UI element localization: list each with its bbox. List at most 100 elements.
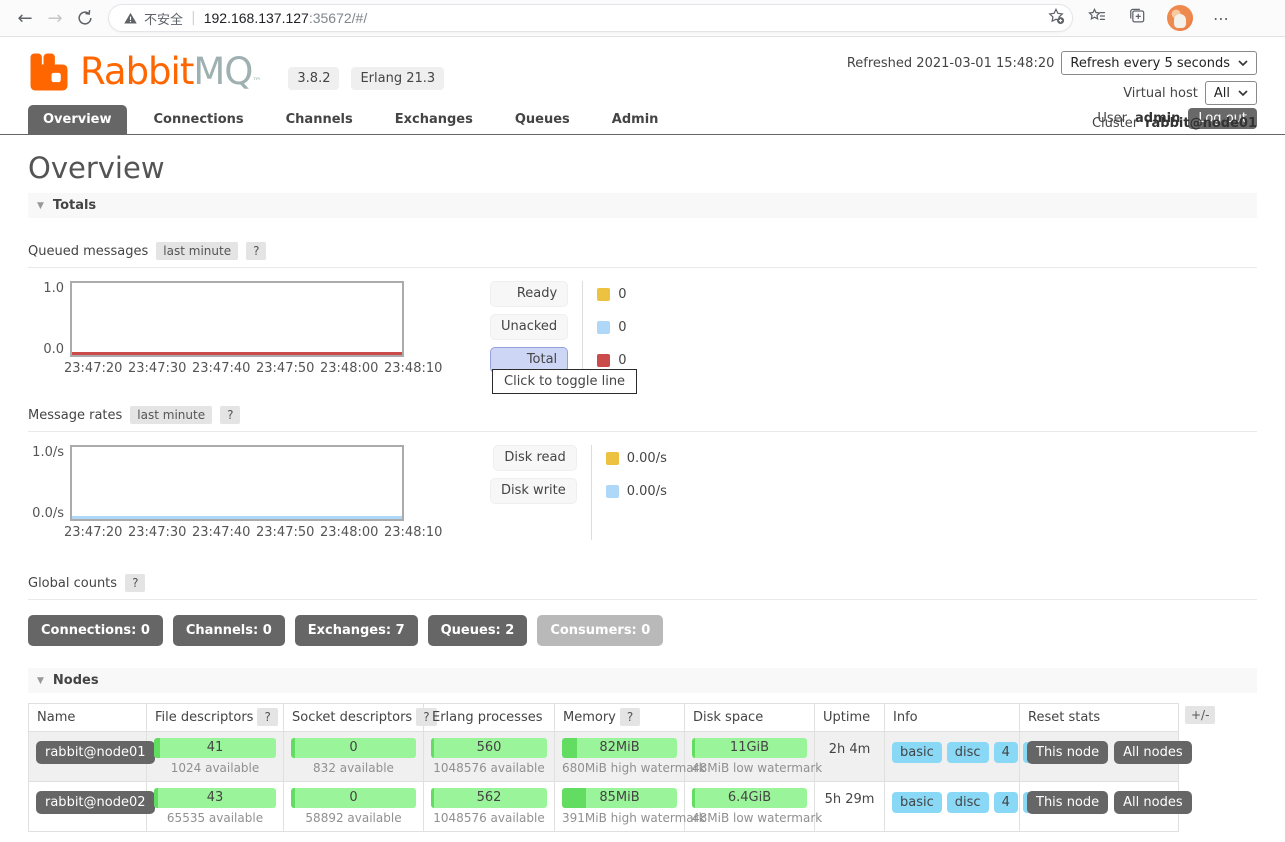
node-row: rabbit@node02 43 65535 available 0 58892… — [28, 781, 1192, 832]
chevron-down-icon — [1238, 60, 1248, 67]
address-divider: | — [191, 10, 196, 26]
reset-all-nodes-button[interactable]: All nodes — [1114, 791, 1192, 814]
toggle-line-tooltip: Click to toggle line — [492, 369, 638, 394]
warning-triangle-icon — [124, 12, 137, 23]
global-counts-help-icon[interactable]: ? — [125, 574, 146, 592]
memory-cell: 82MiB 680MiB high watermark — [554, 731, 706, 782]
tab-channels[interactable]: Channels — [271, 105, 368, 134]
col-header-name: Name — [28, 703, 147, 732]
reset-all-nodes-button[interactable]: All nodes — [1114, 741, 1192, 764]
legend-unacked-button[interactable]: Unacked — [490, 314, 569, 340]
disk-cell: 11GiB 48MiB low watermark — [684, 731, 822, 782]
sd-gauge: 0 — [291, 738, 416, 758]
info-badge-basic: basic — [892, 742, 942, 763]
memory-help-icon[interactable]: ? — [619, 708, 641, 726]
memory-cell: 85MiB 391MiB high watermark — [554, 781, 706, 832]
disk-gauge: 11GiB — [692, 738, 807, 758]
rabbitmq-logo-icon[interactable] — [28, 51, 70, 93]
channels-count-button[interactable]: Channels: 0 — [172, 615, 285, 646]
favorite-add-icon[interactable] — [1046, 6, 1066, 30]
security-warning[interactable]: 不安全 — [123, 9, 183, 28]
tab-overview[interactable]: Overview — [28, 105, 127, 134]
message-rates-header: Message rates last minute ? — [28, 402, 1257, 432]
browser-menu-icon[interactable]: ⋯ — [1213, 9, 1230, 28]
info-badge-cores: 4 — [993, 792, 1018, 813]
col-header-socket-descriptors: Socket descriptors? — [283, 703, 437, 732]
disk-read-color-chip — [605, 451, 619, 465]
tab-admin[interactable]: Admin — [597, 105, 674, 134]
proc-gauge: 560 — [431, 738, 547, 758]
queues-count-button[interactable]: Queues: 2 — [427, 615, 528, 646]
ready-color-chip — [597, 287, 611, 301]
nodes-section-header[interactable]: ▼ Nodes — [28, 668, 1257, 693]
col-header-info: Info — [884, 703, 1020, 732]
reset-this-node-button[interactable]: This node — [1027, 791, 1109, 814]
exchanges-count-button[interactable]: Exchanges: 7 — [294, 615, 418, 646]
total-color-chip — [597, 353, 611, 367]
legend-disk-write-button[interactable]: Disk write — [490, 478, 577, 504]
rates-plot-area — [70, 445, 404, 521]
node-name-button[interactable]: rabbit@node02 — [36, 791, 155, 814]
erlang-version-badge: Erlang 21.3 — [351, 67, 445, 90]
info-badge-disc: disc — [946, 742, 989, 763]
global-counts-row: Connections: 0 Channels: 0 Exchanges: 7 … — [28, 615, 1257, 646]
info-cell: basic disc 4 rss — [884, 731, 1058, 782]
queued-messages-header: Queued messages last minute ? — [28, 238, 1257, 268]
node-name-button[interactable]: rabbit@node01 — [36, 741, 155, 764]
col-header-memory: Memory? — [554, 703, 685, 732]
tab-queues[interactable]: Queues — [500, 105, 585, 134]
tab-connections[interactable]: Connections — [139, 105, 259, 134]
legend-ready-button[interactable]: Ready — [490, 281, 569, 307]
collections-icon[interactable] — [1127, 6, 1147, 30]
favorites-list-icon[interactable] — [1087, 6, 1107, 30]
fd-gauge: 43 — [154, 788, 276, 808]
address-bar[interactable]: 不安全 | 192.168.137.127:35672/#/ — [108, 4, 1073, 32]
proc-gauge: 562 — [431, 788, 547, 808]
column-toggle-button[interactable]: +/- — [1185, 706, 1216, 724]
refresh-icon[interactable] — [70, 3, 100, 33]
reset-cell: This node All nodes — [1019, 731, 1192, 782]
info-badge-basic: basic — [892, 792, 942, 813]
connections-count-button[interactable]: Connections: 0 — [28, 615, 163, 646]
proc-cell: 560 1048576 available — [423, 731, 555, 782]
tab-exchanges[interactable]: Exchanges — [380, 105, 488, 134]
queued-range-badge[interactable]: last minute — [156, 242, 239, 260]
memory-gauge: 82MiB — [562, 738, 677, 758]
profile-avatar[interactable] — [1167, 5, 1193, 31]
total-series-line — [72, 352, 402, 355]
fd-help-icon[interactable]: ? — [257, 708, 278, 726]
uptime-cell: 5h 29m — [814, 781, 885, 832]
disk-write-color-chip — [605, 484, 619, 498]
fd-cell: 41 1024 available — [146, 731, 284, 782]
fd-gauge: 41 — [154, 738, 276, 758]
rates-range-badge[interactable]: last minute — [130, 406, 213, 424]
cluster-name: rabbit@node01 — [1145, 115, 1257, 131]
queued-y-axis: 1.0 0.0 — [43, 281, 64, 357]
version-badge: 3.8.2 — [288, 67, 340, 90]
rates-help-icon[interactable]: ? — [220, 406, 241, 424]
browser-toolbar: ← → 不安全 | 192.168.137.127:35672/#/ ⋯ — [0, 0, 1285, 37]
cluster-label: Cluster — [1091, 115, 1139, 131]
global-counts-header: Global counts ? — [28, 570, 1257, 600]
back-icon[interactable]: ← — [10, 3, 40, 33]
queued-help-icon[interactable]: ? — [246, 242, 267, 260]
legend-disk-read-button[interactable]: Disk read — [493, 445, 577, 471]
url-text: 192.168.137.127:35672/#/ — [203, 10, 368, 26]
disk-write-series-line — [72, 516, 402, 519]
virtual-host-select[interactable]: All — [1204, 81, 1257, 105]
sd-cell: 0 58892 available — [283, 781, 424, 832]
ready-value: 0 — [618, 286, 627, 302]
queued-legend: Ready Unacked Total 0 0 0 — [490, 281, 626, 376]
brand-wordmark[interactable]: RabbitMQ™ — [80, 51, 261, 103]
reset-this-node-button[interactable]: This node — [1027, 741, 1109, 764]
info-cell: basic disc 4 rss — [884, 781, 1058, 832]
refresh-interval-select[interactable]: Refresh every 5 seconds — [1061, 51, 1257, 75]
app-header: RabbitMQ™ 3.8.2 Erlang 21.3 Refreshed 20… — [0, 37, 1285, 131]
sd-cell: 0 832 available — [283, 731, 424, 782]
totals-section-header[interactable]: ▼ Totals — [28, 193, 1257, 218]
col-header-reset-stats: Reset stats — [1019, 703, 1179, 732]
collapse-icon: ▼ — [37, 675, 44, 686]
consumers-count-button: Consumers: 0 — [537, 615, 664, 646]
forward-icon[interactable]: → — [40, 3, 70, 33]
disk-cell: 6.4GiB 48MiB low watermark — [684, 781, 822, 832]
